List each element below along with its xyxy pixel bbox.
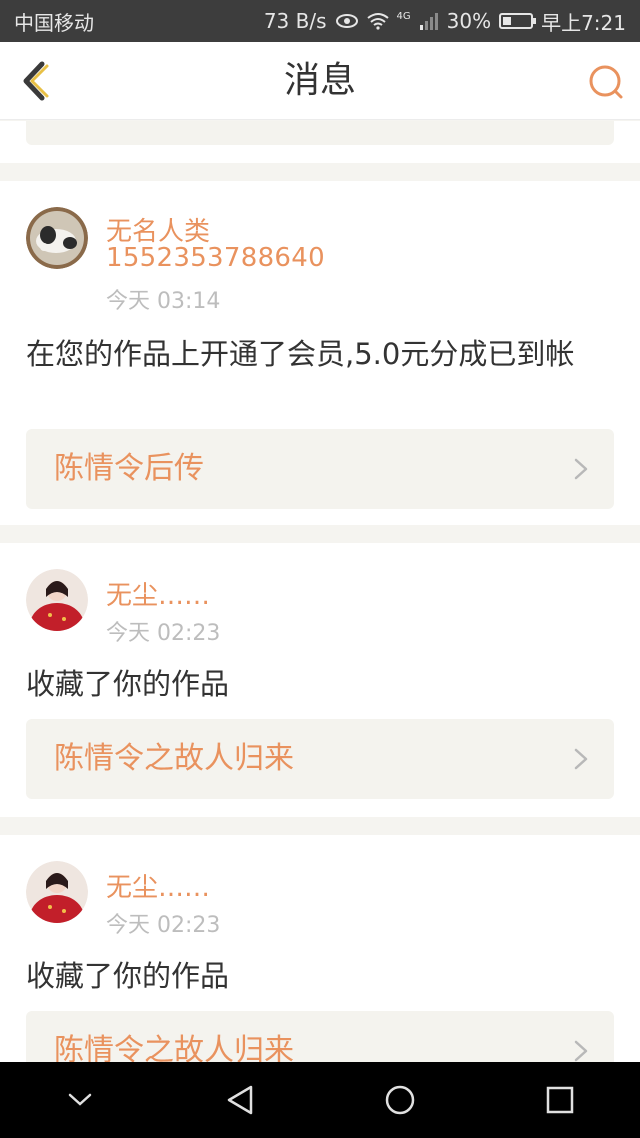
work-link[interactable]: 陈情令之故人归来 — [26, 1011, 614, 1062]
chevron-right-icon — [574, 1040, 588, 1062]
chevron-left-icon — [23, 61, 49, 101]
work-link-partial[interactable] — [26, 121, 614, 145]
list-item: 无尘…… 今天 02:23 收藏了你的作品 陈情令之故人归来 — [0, 543, 640, 817]
back-button[interactable] — [14, 58, 60, 104]
home-nav-button[interactable] — [370, 1070, 430, 1130]
net-speed: 73 B/s — [263, 9, 327, 33]
status-bar: 中国移动 73 B/s 4G 30% 早上7:21 — [0, 0, 640, 42]
avatar[interactable] — [26, 861, 88, 923]
home-circle-icon — [385, 1085, 415, 1115]
sender-name[interactable]: 无尘…… — [106, 575, 210, 612]
recents-nav-button[interactable] — [530, 1070, 590, 1130]
page-title: 消息 — [283, 60, 356, 101]
search-button[interactable] — [586, 62, 626, 102]
recents-square-icon — [546, 1086, 574, 1114]
work-title: 陈情令之故人归来 — [54, 1033, 294, 1062]
message-time: 今天 02:23 — [106, 621, 221, 646]
battery-fill — [503, 17, 511, 25]
work-link[interactable]: 陈情令后传 — [26, 429, 614, 509]
work-link[interactable]: 陈情令之故人归来 — [26, 719, 614, 799]
clock: 早上7:21 — [541, 10, 626, 35]
list-item: 无名人类 1552353788640 今天 03:14 在您的作品上开通了会员,… — [0, 181, 640, 525]
network-type: 4G — [396, 10, 411, 22]
battery-icon — [499, 13, 537, 29]
eye-icon — [335, 14, 358, 28]
battery-percent: 30% — [446, 9, 492, 33]
message-time: 今天 02:23 — [106, 913, 221, 938]
message-text: 收藏了你的作品 — [26, 959, 230, 993]
message-text: 在您的作品上开通了会员,5.0元分成已到帐 — [26, 337, 575, 371]
message-list[interactable]: 无名人类 1552353788640 今天 03:14 在您的作品上开通了会员,… — [0, 121, 640, 1062]
back-triangle-icon — [227, 1085, 253, 1115]
carrier-label: 中国移动 — [14, 10, 94, 35]
avatar[interactable] — [26, 207, 88, 269]
system-nav-bar — [0, 1062, 640, 1138]
work-title: 陈情令后传 — [54, 451, 204, 486]
chevron-down-icon — [68, 1093, 92, 1106]
wifi-icon — [366, 13, 389, 30]
app-header: 消息 — [0, 42, 640, 120]
work-title: 陈情令之故人归来 — [54, 741, 294, 776]
list-item: 无尘…… 今天 02:23 收藏了你的作品 陈情令之故人归来 — [0, 835, 640, 1062]
back-nav-button[interactable] — [210, 1070, 270, 1130]
status-indicators: 73 B/s 4G 30% 早上7:21 — [264, 7, 626, 36]
avatar[interactable] — [26, 569, 88, 631]
chevron-right-icon — [574, 458, 588, 480]
list-item — [0, 121, 640, 163]
sender-name[interactable]: 无尘…… — [106, 867, 210, 904]
message-text: 收藏了你的作品 — [26, 667, 230, 701]
search-icon — [589, 65, 623, 99]
sender-phone: 1552353788640 — [106, 243, 325, 273]
message-time: 今天 03:14 — [106, 289, 221, 314]
hide-nav-button[interactable] — [50, 1070, 110, 1130]
chevron-right-icon — [574, 748, 588, 770]
signal-icon — [419, 13, 438, 30]
